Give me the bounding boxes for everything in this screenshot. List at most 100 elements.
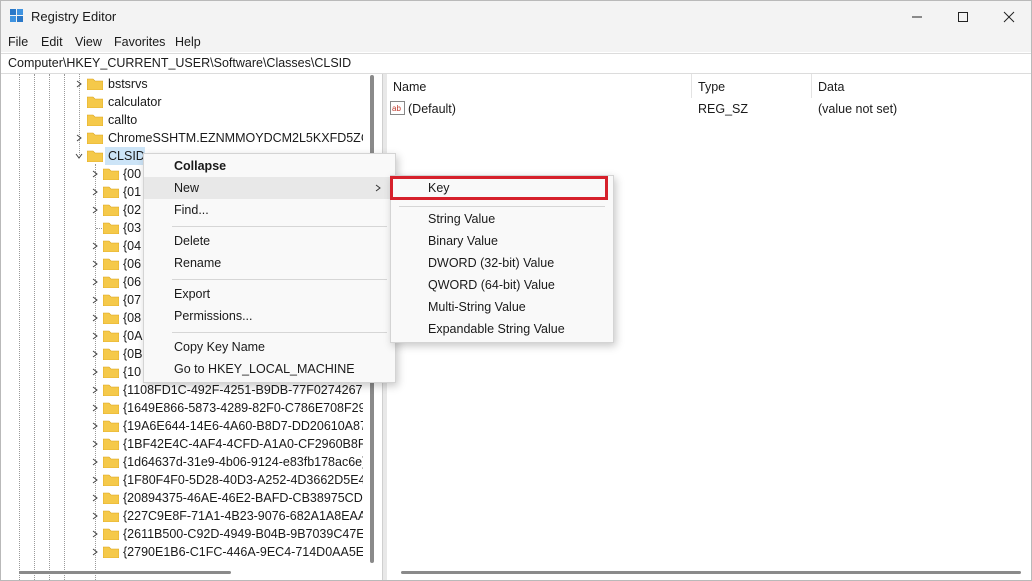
folder-icon (87, 114, 103, 126)
tree-node[interactable]: {19A6E644-14E6-4A60-B8D7-DD20610A871D} (1, 417, 379, 435)
chevron-right-icon[interactable] (90, 313, 100, 323)
chevron-right-icon[interactable] (90, 385, 100, 395)
submenu-item-key[interactable]: Key (390, 176, 613, 200)
window-title: Registry Editor (31, 9, 117, 24)
submenu-item-qword-value[interactable]: QWORD (64-bit) Value (391, 274, 613, 296)
tree-node[interactable]: calculator (1, 93, 363, 111)
tree-node[interactable]: {1d64637d-31e9-4b06-9124-e83fb178ac6e} (1, 453, 366, 471)
menu-item-collapse[interactable]: Collapse (144, 155, 395, 177)
chevron-right-icon[interactable] (90, 295, 100, 305)
chevron-right-icon[interactable] (90, 421, 100, 431)
address-path[interactable]: Computer\HKEY_CURRENT_USER\Software\Clas… (8, 56, 351, 70)
menu-edit[interactable]: Edit (41, 35, 63, 49)
chevron-right-icon[interactable] (90, 331, 100, 341)
chevron-right-icon[interactable] (90, 403, 100, 413)
chevron-right-icon[interactable] (74, 79, 84, 89)
chevron-down-icon[interactable] (74, 151, 84, 161)
submenu-item-binary-value[interactable]: Binary Value (391, 230, 613, 252)
folder-icon (87, 132, 103, 144)
folder-icon (103, 294, 119, 306)
tree-node-label: {07 (123, 293, 142, 307)
tree-node[interactable]: {1F80F4F0-5D28-40D3-A252-4D3662D5E4BA} (1, 471, 379, 489)
column-header-name[interactable]: Name (393, 80, 426, 94)
column-header-data[interactable]: Data (818, 80, 844, 94)
menu-file[interactable]: File (8, 35, 28, 49)
folder-icon (103, 402, 119, 414)
submenu-item-expandable-string-value[interactable]: Expandable String Value (391, 318, 613, 340)
chevron-right-icon[interactable] (90, 349, 100, 359)
column-separator[interactable] (811, 74, 812, 98)
menu-item-export[interactable]: Export (144, 283, 395, 305)
menu-item-goto-hklm[interactable]: Go to HKEY_LOCAL_MACHINE (144, 358, 395, 380)
tree-horizontal-scroll-thumb[interactable] (19, 571, 231, 574)
context-menu: Collapse New Find... Delete Rename Expor… (143, 153, 396, 383)
value-type: REG_SZ (698, 102, 749, 116)
address-bar[interactable]: Computer\HKEY_CURRENT_USER\Software\Clas… (1, 53, 1031, 74)
tree-node-label: {01 (123, 185, 142, 199)
menu-view[interactable]: View (75, 35, 102, 49)
menu-item-find[interactable]: Find... (144, 199, 395, 221)
tree-node-label: {03 (123, 221, 142, 235)
tree-node[interactable]: ChromeSSHTM.EZNMMOYDCM2L5KXFD5ZCO3 (1, 129, 379, 147)
tree-node-label: {2790E1B6-C1FC-446A-9EC4-714D0AA5EBA2} (123, 545, 379, 559)
tree-node-label: {227C9E8F-71A1-4B23-9076-682A1A8EAAED} (123, 509, 379, 523)
folder-icon (103, 186, 119, 198)
submenu-item-string-value[interactable]: String Value (391, 208, 613, 230)
tree-node[interactable]: {227C9E8F-71A1-4B23-9076-682A1A8EAAED} (1, 507, 379, 525)
folder-icon (103, 168, 119, 180)
chevron-right-icon[interactable] (90, 493, 100, 503)
tree-node[interactable]: bstsrvs (1, 75, 363, 93)
chevron-right-icon[interactable] (90, 511, 100, 521)
column-header-type[interactable]: Type (698, 80, 725, 94)
menu-item-delete[interactable]: Delete (144, 230, 395, 252)
tree-node-label: {10 (123, 365, 142, 379)
folder-icon (103, 258, 119, 270)
highlight-box (390, 176, 608, 200)
chevron-right-icon[interactable] (90, 241, 100, 251)
chevron-right-icon[interactable] (90, 457, 100, 467)
chevron-right-icon[interactable] (90, 475, 100, 485)
tree-node[interactable]: callto (1, 111, 363, 129)
menu-favorites[interactable]: Favorites (114, 35, 165, 49)
tree-node[interactable]: {20894375-46AE-46E2-BAFD-CB38975CDCE6} (1, 489, 379, 507)
submenu-item-multi-string-value[interactable]: Multi-String Value (391, 296, 613, 318)
title-bar[interactable]: Registry Editor (1, 1, 1031, 33)
maximize-button[interactable] (940, 1, 986, 33)
chevron-right-icon[interactable] (74, 133, 84, 143)
tree-node-label: {19A6E644-14E6-4A60-B8D7-DD20610A871D} (123, 419, 379, 433)
chevron-right-icon[interactable] (90, 169, 100, 179)
tree-node-label: {02 (123, 203, 142, 217)
close-icon (1003, 11, 1015, 23)
tree-node[interactable]: {2790E1B6-C1FC-446A-9EC4-714D0AA5EBA2} (1, 543, 379, 561)
submenu-item-dword-value[interactable]: DWORD (32-bit) Value (391, 252, 613, 274)
menu-item-permissions[interactable]: Permissions... (144, 305, 395, 327)
value-row[interactable]: ab (Default) REG_SZ (value not set) (387, 98, 1031, 118)
tree-node-label: bstsrvs (108, 77, 148, 91)
tree-node[interactable]: {2611B500-C92D-4949-B04B-9B7039C47E03} (1, 525, 379, 543)
menu-separator (172, 279, 387, 280)
menu-item-copy-key-name[interactable]: Copy Key Name (144, 336, 395, 358)
chevron-right-icon[interactable] (90, 205, 100, 215)
chevron-right-icon[interactable] (90, 277, 100, 287)
tree-node[interactable]: {1BF42E4C-4AF4-4CFD-A1A0-CF2960B8F63E} (1, 435, 379, 453)
value-name: (Default) (408, 102, 456, 116)
values-horizontal-scroll-thumb[interactable] (401, 571, 1021, 574)
tree-node-label: {0B (123, 347, 143, 361)
menu-help[interactable]: Help (175, 35, 201, 49)
chevron-right-icon[interactable] (90, 547, 100, 557)
folder-icon (103, 312, 119, 324)
minimize-button[interactable] (894, 1, 940, 33)
tree-node[interactable]: {1649E866-5873-4289-82F0-C786E708F299} (1, 399, 377, 417)
chevron-right-icon[interactable] (90, 187, 100, 197)
column-separator[interactable] (691, 74, 692, 98)
chevron-right-icon[interactable] (90, 529, 100, 539)
close-button[interactable] (986, 1, 1032, 33)
chevron-right-icon[interactable] (90, 439, 100, 449)
tree-node[interactable]: {1108FD1C-492F-4251-B9DB-77F0274267B2} (1, 381, 379, 399)
chevron-right-icon[interactable] (90, 259, 100, 269)
menu-item-rename[interactable]: Rename (144, 252, 395, 274)
chevron-right-icon[interactable] (90, 367, 100, 377)
menu-item-new[interactable]: New (144, 177, 395, 199)
folder-open-icon (87, 150, 103, 162)
folder-icon (103, 528, 119, 540)
